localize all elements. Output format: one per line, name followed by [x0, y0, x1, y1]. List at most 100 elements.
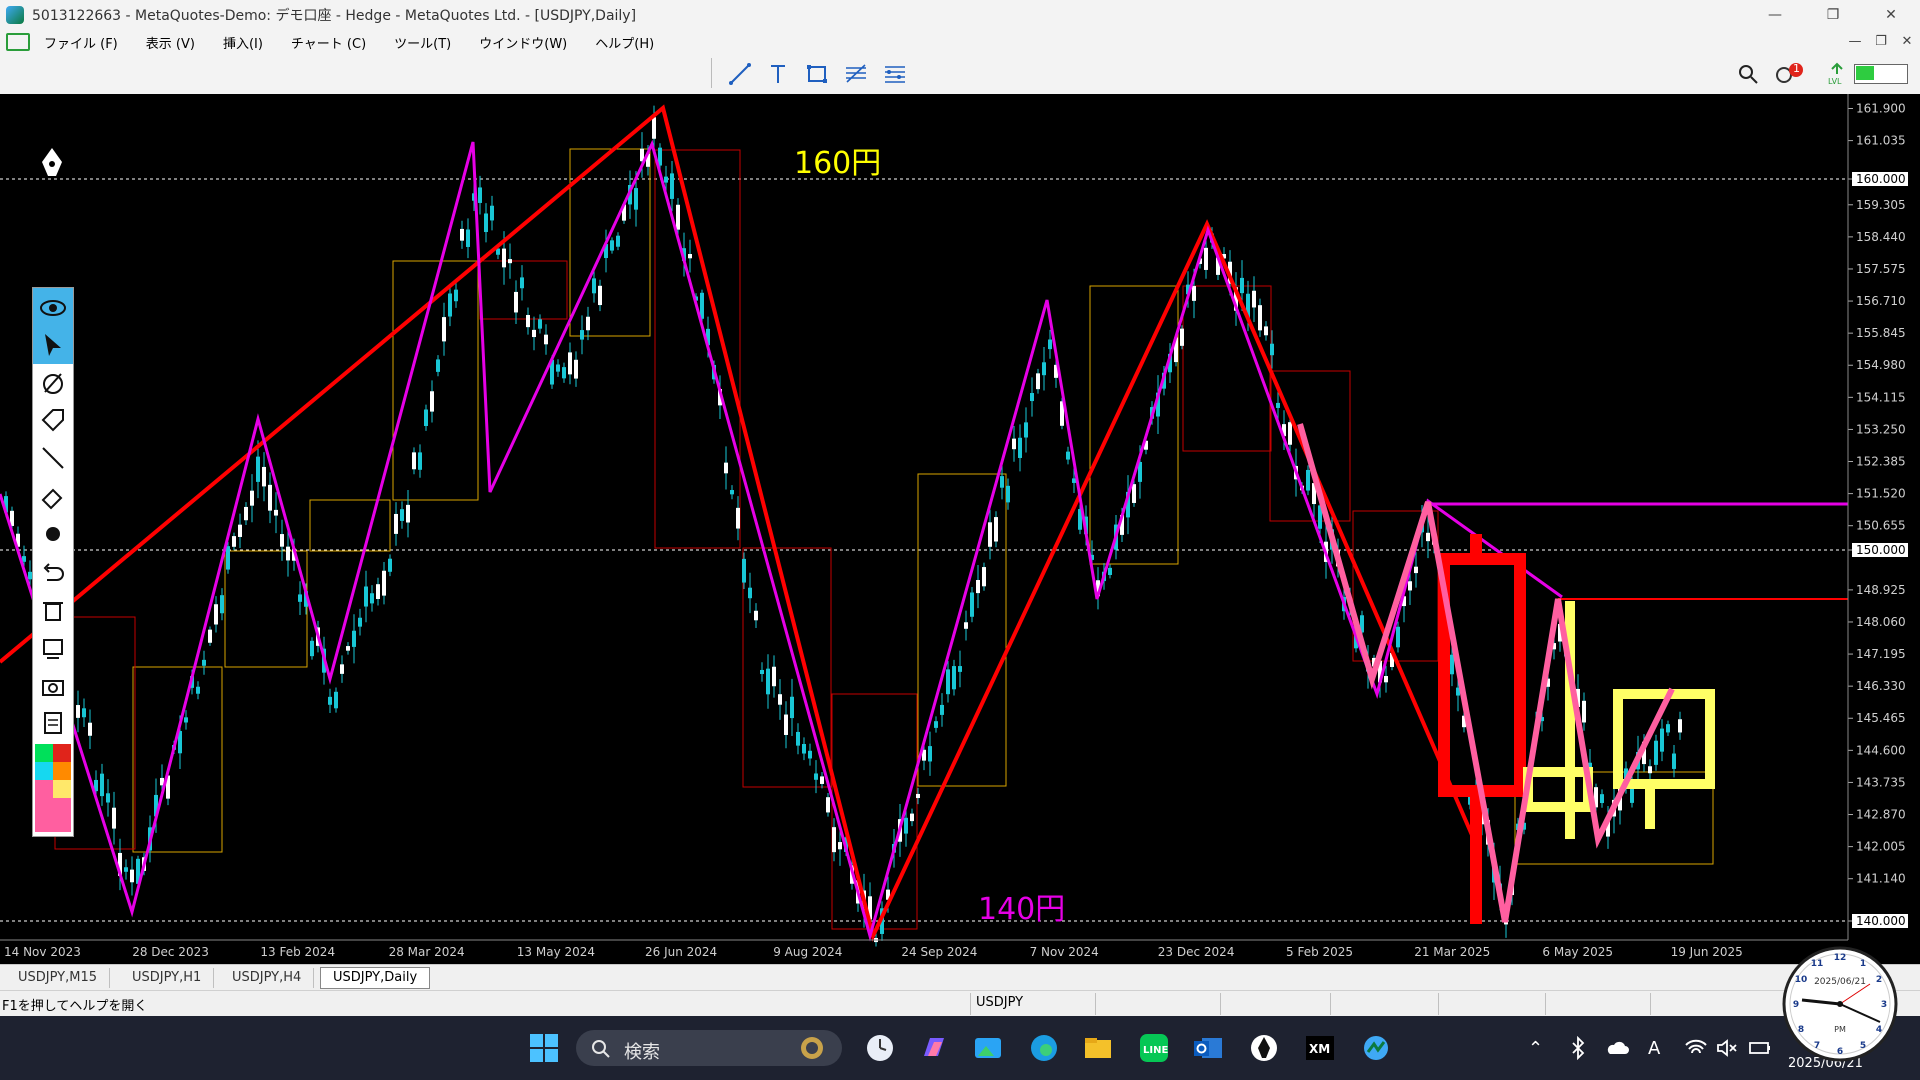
- date-tick-label: 26 Jun 2024: [645, 945, 717, 959]
- undo-icon[interactable]: [39, 558, 67, 586]
- cursor-arrow-icon[interactable]: [39, 330, 67, 358]
- candle-body: [940, 704, 944, 715]
- candle-body: [538, 319, 542, 329]
- candle-body: [466, 229, 470, 247]
- trash-icon[interactable]: [39, 596, 67, 624]
- onedrive-cloud-icon[interactable]: [1604, 1038, 1630, 1058]
- candle-body: [238, 524, 242, 537]
- line-app-icon[interactable]: LINE: [1138, 1032, 1170, 1064]
- menu-bar: ファイル (F) 表示 (V) 挿入(I) チャート (C) ツール(T) ウイ…: [0, 30, 1920, 54]
- taskbar-search-label: 検索: [624, 1042, 660, 1063]
- color-swatch-cyan[interactable]: [35, 762, 53, 780]
- menu-file[interactable]: ファイル (F): [30, 33, 132, 52]
- rectangle-icon[interactable]: [805, 62, 829, 86]
- channel-icon[interactable]: [883, 62, 907, 86]
- menu-help[interactable]: ヘルプ(H): [581, 33, 668, 52]
- color-swatch-green[interactable]: [35, 744, 53, 762]
- candle-body: [1000, 476, 1004, 488]
- maximize-button[interactable]: ❐: [1804, 0, 1862, 30]
- toolbar-box-icon[interactable]: [39, 634, 67, 662]
- candle-body: [1384, 676, 1388, 683]
- candle-body: [1582, 700, 1586, 723]
- dot-icon[interactable]: [39, 520, 67, 548]
- tab-usdjpy-daily[interactable]: USDJPY,Daily: [320, 967, 431, 989]
- pen-app-icon[interactable]: [1248, 1032, 1280, 1064]
- tab-usdjpy-h4[interactable]: USDJPY,H4: [220, 968, 315, 988]
- camera-icon[interactable]: [39, 672, 67, 700]
- clock-app-icon[interactable]: [864, 1032, 896, 1064]
- color-swatch-pink[interactable]: [35, 780, 53, 798]
- ime-mode-icon[interactable]: A: [1648, 1038, 1660, 1059]
- candle-body: [130, 869, 134, 883]
- close-button[interactable]: ✕: [1862, 0, 1920, 30]
- menu-view[interactable]: 表示 (V): [132, 33, 209, 52]
- menu-chart[interactable]: チャート (C): [277, 33, 380, 52]
- notifications-icon[interactable]: [1774, 62, 1808, 86]
- clipboard-icon[interactable]: [39, 708, 67, 736]
- xm-trading-icon[interactable]: XM: [1304, 1032, 1336, 1064]
- mdi-minimize-button[interactable]: —: [1842, 30, 1868, 54]
- price-tick-label: 159.305: [1856, 198, 1906, 212]
- taskbar-search-box[interactable]: 検索: [576, 1030, 842, 1066]
- chart-bars-icon[interactable]: [6, 33, 30, 51]
- outlook-icon[interactable]: [1192, 1032, 1224, 1064]
- color-swatch-red[interactable]: [53, 744, 71, 762]
- price-chart[interactable]: 161.900 161.035 160.000 159.305 158.440 157.5…: [0, 94, 1920, 964]
- candle-body: [580, 330, 584, 340]
- svg-text:10: 10: [1795, 975, 1808, 985]
- candle-body: [220, 595, 224, 614]
- photos-app-icon[interactable]: [972, 1032, 1004, 1064]
- minimize-button[interactable]: —: [1746, 0, 1804, 30]
- pen-tool-icon[interactable]: [38, 146, 66, 182]
- candle-body: [928, 746, 932, 762]
- eye-icon[interactable]: [39, 294, 67, 322]
- battery-tray-icon[interactable]: [1748, 1038, 1772, 1058]
- copilot-icon[interactable]: [918, 1032, 950, 1064]
- candle-body: [232, 536, 236, 547]
- candle-body: [562, 367, 566, 379]
- svg-text:12: 12: [1834, 953, 1847, 963]
- candle-body: [724, 462, 728, 474]
- candle-body: [502, 248, 506, 268]
- date-tick-label: 14 Nov 2023: [4, 945, 81, 959]
- file-explorer-icon[interactable]: [1082, 1032, 1114, 1064]
- menu-window[interactable]: ウインドウ(W): [465, 33, 581, 52]
- tray-overflow-chevron-icon[interactable]: ⌃: [1528, 1038, 1543, 1059]
- volume-muted-icon[interactable]: [1716, 1038, 1740, 1058]
- color-swatch-yellow[interactable]: [53, 780, 71, 798]
- bluetooth-icon[interactable]: [1570, 1036, 1586, 1060]
- fibonacci-icon[interactable]: [844, 62, 868, 86]
- price-tick-label: 160.000: [1856, 172, 1906, 186]
- search-icon: [592, 1040, 610, 1058]
- trendline-icon[interactable]: [728, 62, 752, 86]
- eraser-icon[interactable]: [39, 482, 67, 510]
- mdi-close-button[interactable]: ✕: [1894, 30, 1920, 54]
- candle-body: [904, 817, 908, 834]
- mdi-restore-button[interactable]: ❐: [1868, 30, 1894, 54]
- candle-body: [1666, 724, 1670, 733]
- tab-usdjpy-m15[interactable]: USDJPY,M15: [6, 968, 110, 988]
- price-tick-label: 157.575: [1856, 262, 1906, 276]
- magnet-icon[interactable]: [39, 368, 67, 396]
- color-swatch-pink-large[interactable]: [35, 798, 71, 832]
- svg-text:6: 6: [1837, 1047, 1843, 1057]
- metatrader-taskbar-icon[interactable]: [1360, 1032, 1392, 1064]
- chart-window[interactable]: 161.900 161.035 160.000 159.305 158.440 157.5…: [0, 94, 1920, 964]
- search-icon[interactable]: [1736, 62, 1760, 86]
- candle-body: [268, 484, 272, 511]
- color-swatch-orange[interactable]: [53, 762, 71, 780]
- wifi-icon[interactable]: [1684, 1038, 1708, 1058]
- edge-browser-icon[interactable]: [1028, 1032, 1060, 1064]
- status-symbol: USDJPY: [976, 995, 1024, 1010]
- menu-tools[interactable]: ツール(T): [380, 33, 465, 52]
- text-icon[interactable]: [766, 62, 790, 86]
- signal-level-icon[interactable]: LVL: [1826, 62, 1848, 86]
- tab-usdjpy-h1[interactable]: USDJPY,H1: [120, 968, 215, 988]
- line-tool-icon[interactable]: [39, 444, 67, 472]
- windows-start-icon[interactable]: [528, 1032, 560, 1064]
- hand-drawn-red-candle: [1438, 534, 1526, 924]
- toolbar-separator: [711, 58, 712, 88]
- tag-icon[interactable]: [39, 406, 67, 434]
- menu-insert[interactable]: 挿入(I): [209, 33, 277, 52]
- date-tick-label: 5 Feb 2025: [1286, 945, 1353, 959]
